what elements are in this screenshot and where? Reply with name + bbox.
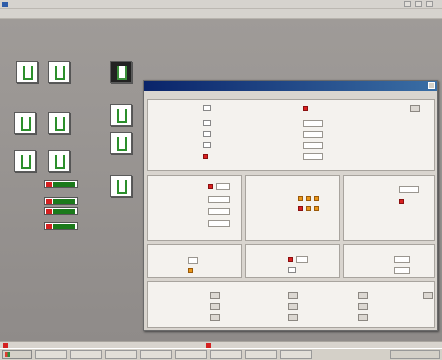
taskbar-item[interactable] xyxy=(280,350,312,359)
value-field[interactable] xyxy=(296,256,308,263)
taskbar-item[interactable] xyxy=(245,350,277,359)
close-button[interactable] xyxy=(426,1,433,7)
minimize-button[interactable] xyxy=(404,1,411,7)
orange-indicator xyxy=(306,196,311,201)
panel-lower-left xyxy=(147,244,242,278)
system-tray-clock xyxy=(390,350,440,359)
action-button[interactable] xyxy=(423,292,433,299)
value-field[interactable] xyxy=(303,142,323,149)
action-button[interactable] xyxy=(210,292,220,299)
orange-indicator xyxy=(314,206,319,211)
value-field[interactable] xyxy=(208,196,230,203)
dialog-title xyxy=(144,81,437,91)
title-bar xyxy=(0,0,442,9)
taskbar-item[interactable] xyxy=(175,350,207,359)
panel-lower-center xyxy=(245,244,340,278)
action-button[interactable] xyxy=(288,303,298,310)
device-icon[interactable] xyxy=(110,132,132,154)
value-field[interactable] xyxy=(303,131,323,138)
status-bar-widget[interactable] xyxy=(44,180,78,188)
taskbar-item[interactable] xyxy=(70,350,102,359)
red-indicator xyxy=(399,199,404,204)
windows-logo-icon xyxy=(5,352,10,357)
panel-center xyxy=(245,175,340,241)
value-field[interactable] xyxy=(394,256,410,263)
dialog-close-button[interactable] xyxy=(428,82,435,89)
menu-bar xyxy=(0,9,442,19)
taskbar xyxy=(0,348,442,360)
status-bar-widget[interactable] xyxy=(44,197,78,205)
value-field[interactable] xyxy=(216,183,230,190)
maximize-button[interactable] xyxy=(415,1,422,7)
device-icon[interactable] xyxy=(48,61,70,83)
action-button[interactable] xyxy=(210,303,220,310)
action-button[interactable] xyxy=(410,105,420,112)
status-bar xyxy=(0,341,442,348)
orange-indicator xyxy=(314,196,319,201)
device-icon[interactable] xyxy=(48,112,70,134)
panel-left xyxy=(147,175,242,241)
orange-indicator xyxy=(306,206,311,211)
value-field[interactable] xyxy=(303,120,323,127)
value-field[interactable] xyxy=(399,186,419,193)
taskbar-item[interactable] xyxy=(35,350,67,359)
device-icon[interactable] xyxy=(110,175,132,197)
taskbar-item[interactable] xyxy=(105,350,137,359)
control-box[interactable] xyxy=(288,267,296,273)
start-button[interactable] xyxy=(2,350,32,359)
value-field[interactable] xyxy=(394,267,410,274)
app-icon xyxy=(2,2,8,7)
device-icon[interactable] xyxy=(110,104,132,126)
action-button[interactable] xyxy=(358,303,368,310)
taskbar-item[interactable] xyxy=(140,350,172,359)
control-box[interactable] xyxy=(203,105,211,111)
value-field[interactable] xyxy=(208,220,230,227)
control-box[interactable] xyxy=(203,131,211,137)
orange-indicator xyxy=(188,268,193,273)
status-bar-widget[interactable] xyxy=(44,222,78,230)
properties-dialog xyxy=(143,80,438,331)
action-button[interactable] xyxy=(288,292,298,299)
value-field[interactable] xyxy=(188,257,198,264)
device-icon[interactable] xyxy=(110,61,132,83)
panel-general xyxy=(147,99,435,171)
panel-lower-right xyxy=(343,244,435,278)
action-button[interactable] xyxy=(288,314,298,321)
device-icon[interactable] xyxy=(16,61,38,83)
action-button[interactable] xyxy=(358,314,368,321)
action-button[interactable] xyxy=(210,314,220,321)
device-icon[interactable] xyxy=(14,112,36,134)
panel-bottom xyxy=(147,281,435,328)
device-icon[interactable] xyxy=(14,150,36,172)
orange-indicator xyxy=(298,196,303,201)
red-indicator xyxy=(303,106,308,111)
value-field[interactable] xyxy=(208,208,230,215)
device-icon[interactable] xyxy=(48,150,70,172)
red-indicator xyxy=(298,206,303,211)
red-indicator xyxy=(208,184,213,189)
taskbar-item[interactable] xyxy=(210,350,242,359)
panel-right xyxy=(343,175,435,241)
control-box[interactable] xyxy=(203,142,211,148)
action-button[interactable] xyxy=(358,292,368,299)
status-bar-widget[interactable] xyxy=(44,207,78,215)
red-indicator xyxy=(203,154,208,159)
control-box[interactable] xyxy=(203,120,211,126)
value-field[interactable] xyxy=(303,153,323,160)
red-indicator xyxy=(288,257,293,262)
